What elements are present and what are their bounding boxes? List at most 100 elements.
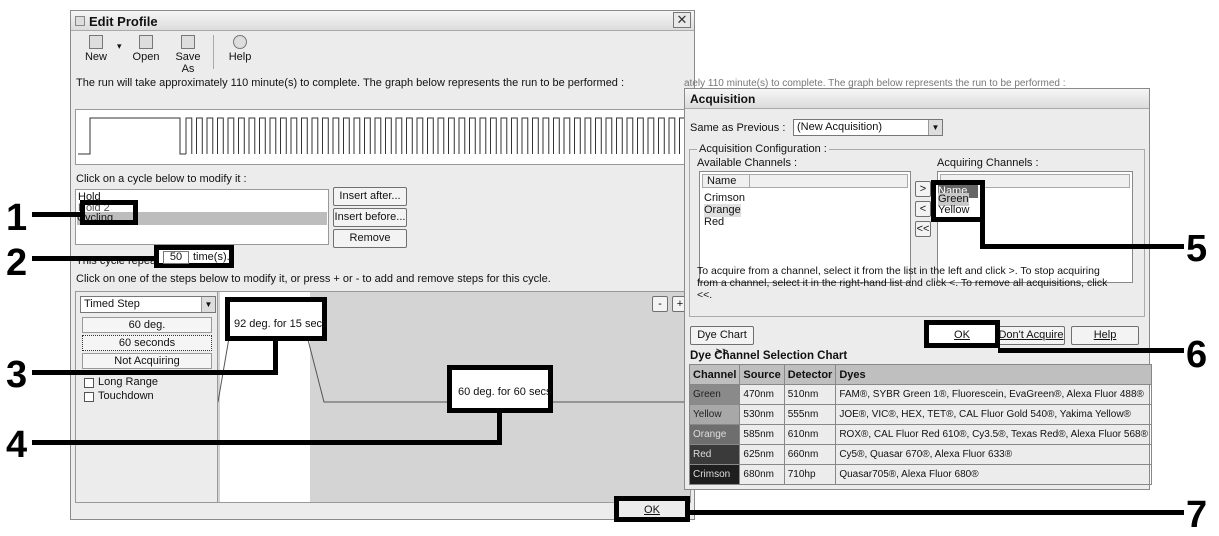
step2-highlight: 60 deg. for 60 secs bbox=[447, 365, 553, 413]
dye-cell-detector: 660nm bbox=[783, 444, 837, 465]
new-dropdown-icon[interactable]: ▾ bbox=[117, 41, 122, 52]
available-name-header: Name bbox=[702, 174, 908, 188]
open-icon bbox=[139, 35, 153, 49]
dye-cell-source: 585nm bbox=[739, 424, 785, 445]
acquisition-ok-button[interactable]: OK bbox=[929, 329, 995, 341]
available-name-label: Name bbox=[707, 175, 737, 187]
dye-cell-detector: 610nm bbox=[783, 424, 837, 445]
dye-chart-title: Dye Channel Selection Chart bbox=[690, 350, 848, 362]
dye-cell-channel: Yellow bbox=[688, 404, 741, 425]
temperature-field[interactable]: 60 deg. bbox=[82, 317, 212, 333]
acquisition-title-bar: Acquisition bbox=[685, 89, 1149, 109]
duration-field[interactable]: 60 seconds bbox=[82, 335, 212, 351]
acquisition-title: Acquisition bbox=[690, 92, 756, 106]
steps-prompt: Click on one of the steps below to modif… bbox=[76, 273, 551, 285]
same-as-select[interactable]: (New Acquisition) ▼ bbox=[793, 119, 943, 136]
dye-cell-channel: Red bbox=[688, 444, 741, 465]
dye-header-detector: Detector bbox=[783, 364, 837, 385]
config-label: Acquisition Configuration : bbox=[697, 143, 829, 155]
dye-cell-dyes: Cy5®, Quasar 670®, Alexa Fluor 633® bbox=[835, 444, 1152, 465]
step-settings-panel: Timed Step ▼ 60 deg. 60 seconds Not Acqu… bbox=[76, 292, 218, 502]
open-button[interactable]: Open bbox=[127, 35, 165, 71]
dye-chart-table: Channel Source Detector Dyes Green 470nm 510n… bbox=[688, 364, 1152, 485]
acq-ok-highlight: OK bbox=[924, 320, 1000, 348]
cycle-pulses bbox=[185, 117, 686, 154]
dye-chart-button[interactable]: Dye Chart >> bbox=[690, 326, 754, 358]
callout-4-vline bbox=[497, 412, 502, 444]
dye-cell-channel: Green bbox=[688, 384, 741, 405]
new-label: New bbox=[84, 51, 107, 63]
remove-button[interactable]: Remove bbox=[333, 229, 407, 248]
dye-header-source: Source bbox=[739, 364, 785, 385]
step-92-label[interactable]: 92 deg. for 15 secs bbox=[234, 318, 328, 330]
acquiring-yellow[interactable]: Yellow bbox=[938, 204, 969, 217]
save-as-button[interactable]: Save As bbox=[169, 35, 207, 75]
window-icon bbox=[75, 16, 85, 26]
touchdown-checkbox[interactable] bbox=[84, 392, 94, 402]
callout-7: 7 bbox=[1186, 494, 1208, 536]
long-range-checkbox[interactable] bbox=[84, 378, 94, 388]
callout-2: 2 bbox=[6, 242, 28, 284]
new-file-icon bbox=[89, 35, 103, 49]
callout-5-line bbox=[984, 244, 1184, 249]
dye-cell-source: 680nm bbox=[739, 464, 785, 485]
toolbar-separator bbox=[213, 35, 214, 69]
dye-row-yellow: Yellow 530nm 555nm JOE®, VIC®, HEX, TET®, C… bbox=[688, 404, 1152, 425]
step-60-label[interactable]: 60 deg. for 60 secs bbox=[458, 386, 552, 398]
callout-5-vline bbox=[980, 222, 985, 249]
callout-4: 4 bbox=[6, 424, 28, 466]
repeats-unit: time(s). bbox=[193, 251, 230, 263]
dye-cell-detector: 710hp bbox=[783, 464, 837, 485]
dont-acquire-button[interactable]: Don't Acquire bbox=[997, 326, 1065, 345]
dye-cell-source: 470nm bbox=[739, 384, 785, 405]
same-as-label: Same as Previous : bbox=[690, 122, 786, 134]
long-range-label: Long Range bbox=[98, 376, 158, 388]
save-as-label: Save As bbox=[175, 51, 201, 75]
acquisition-dialog: Acquisition Same as Previous : (New Acqu… bbox=[684, 88, 1152, 490]
callout-4-line bbox=[32, 440, 502, 445]
acquiring-button[interactable]: Not Acquiring bbox=[82, 353, 212, 369]
new-button[interactable]: New bbox=[77, 35, 115, 71]
instructions-text: To acquire from a channel, select it fro… bbox=[697, 265, 1108, 301]
chevron-down-icon: ▼ bbox=[928, 120, 942, 135]
window-title: Edit Profile bbox=[89, 14, 158, 29]
callout-3: 3 bbox=[6, 354, 28, 396]
title-bar: Edit Profile ✕ bbox=[71, 11, 694, 31]
insert-after-button[interactable]: Insert after... bbox=[333, 187, 407, 206]
callout-5: 5 bbox=[1186, 228, 1208, 270]
final-ok-label[interactable]: OK bbox=[619, 504, 685, 516]
dye-cell-detector: 510nm bbox=[783, 384, 837, 405]
touchdown-label: Touchdown bbox=[98, 390, 154, 402]
dye-header-dyes: Dyes bbox=[835, 364, 1152, 385]
callout-2-line bbox=[32, 256, 156, 261]
remove-channel-button[interactable]: < bbox=[915, 201, 931, 217]
help-button[interactable]: Help bbox=[1071, 326, 1139, 345]
help-button[interactable]: Help bbox=[221, 35, 259, 71]
callout-7-line bbox=[688, 510, 1184, 515]
same-as-value: (New Acquisition) bbox=[797, 121, 882, 133]
channel-red[interactable]: Red bbox=[704, 216, 724, 229]
dye-row-green: Green 470nm 510nm FAM®, SYBR Green 1®, Fluo… bbox=[688, 384, 1152, 405]
acquiring-label: Acquiring Channels : bbox=[937, 157, 1039, 169]
dye-cell-dyes: Quasar705®, Alexa Fluor 680® bbox=[835, 464, 1152, 485]
close-button[interactable]: ✕ bbox=[673, 12, 691, 28]
step-type-value: Timed Step bbox=[84, 298, 140, 310]
step1-highlight: 92 deg. for 15 secs bbox=[225, 297, 328, 341]
remove-step-button[interactable]: - bbox=[652, 296, 668, 312]
column-divider bbox=[749, 175, 750, 187]
repeats-input[interactable]: 50 bbox=[163, 251, 189, 264]
remove-all-channels-button[interactable]: << bbox=[915, 221, 931, 237]
ok-highlight: OK bbox=[614, 496, 690, 522]
acquiring-highlight: Name Green Yellow bbox=[931, 180, 985, 222]
repeats-highlight: 50 time(s). bbox=[154, 245, 234, 268]
dye-header-channel: Channel bbox=[688, 364, 741, 385]
cycle-prompt: Click on a cycle below to modify it : bbox=[76, 173, 247, 185]
step-type-select[interactable]: Timed Step ▼ bbox=[80, 296, 216, 313]
add-channel-button[interactable]: > bbox=[915, 181, 931, 197]
dye-cell-dyes: FAM®, SYBR Green 1®, Fluorescein, EvaGre… bbox=[835, 384, 1152, 405]
dye-cell-source: 625nm bbox=[739, 444, 785, 465]
cycling-highlight bbox=[80, 200, 138, 225]
dye-cell-channel: Orange bbox=[688, 424, 741, 445]
insert-before-button[interactable]: Insert before... bbox=[333, 208, 407, 227]
dye-cell-detector: 555nm bbox=[783, 404, 837, 425]
